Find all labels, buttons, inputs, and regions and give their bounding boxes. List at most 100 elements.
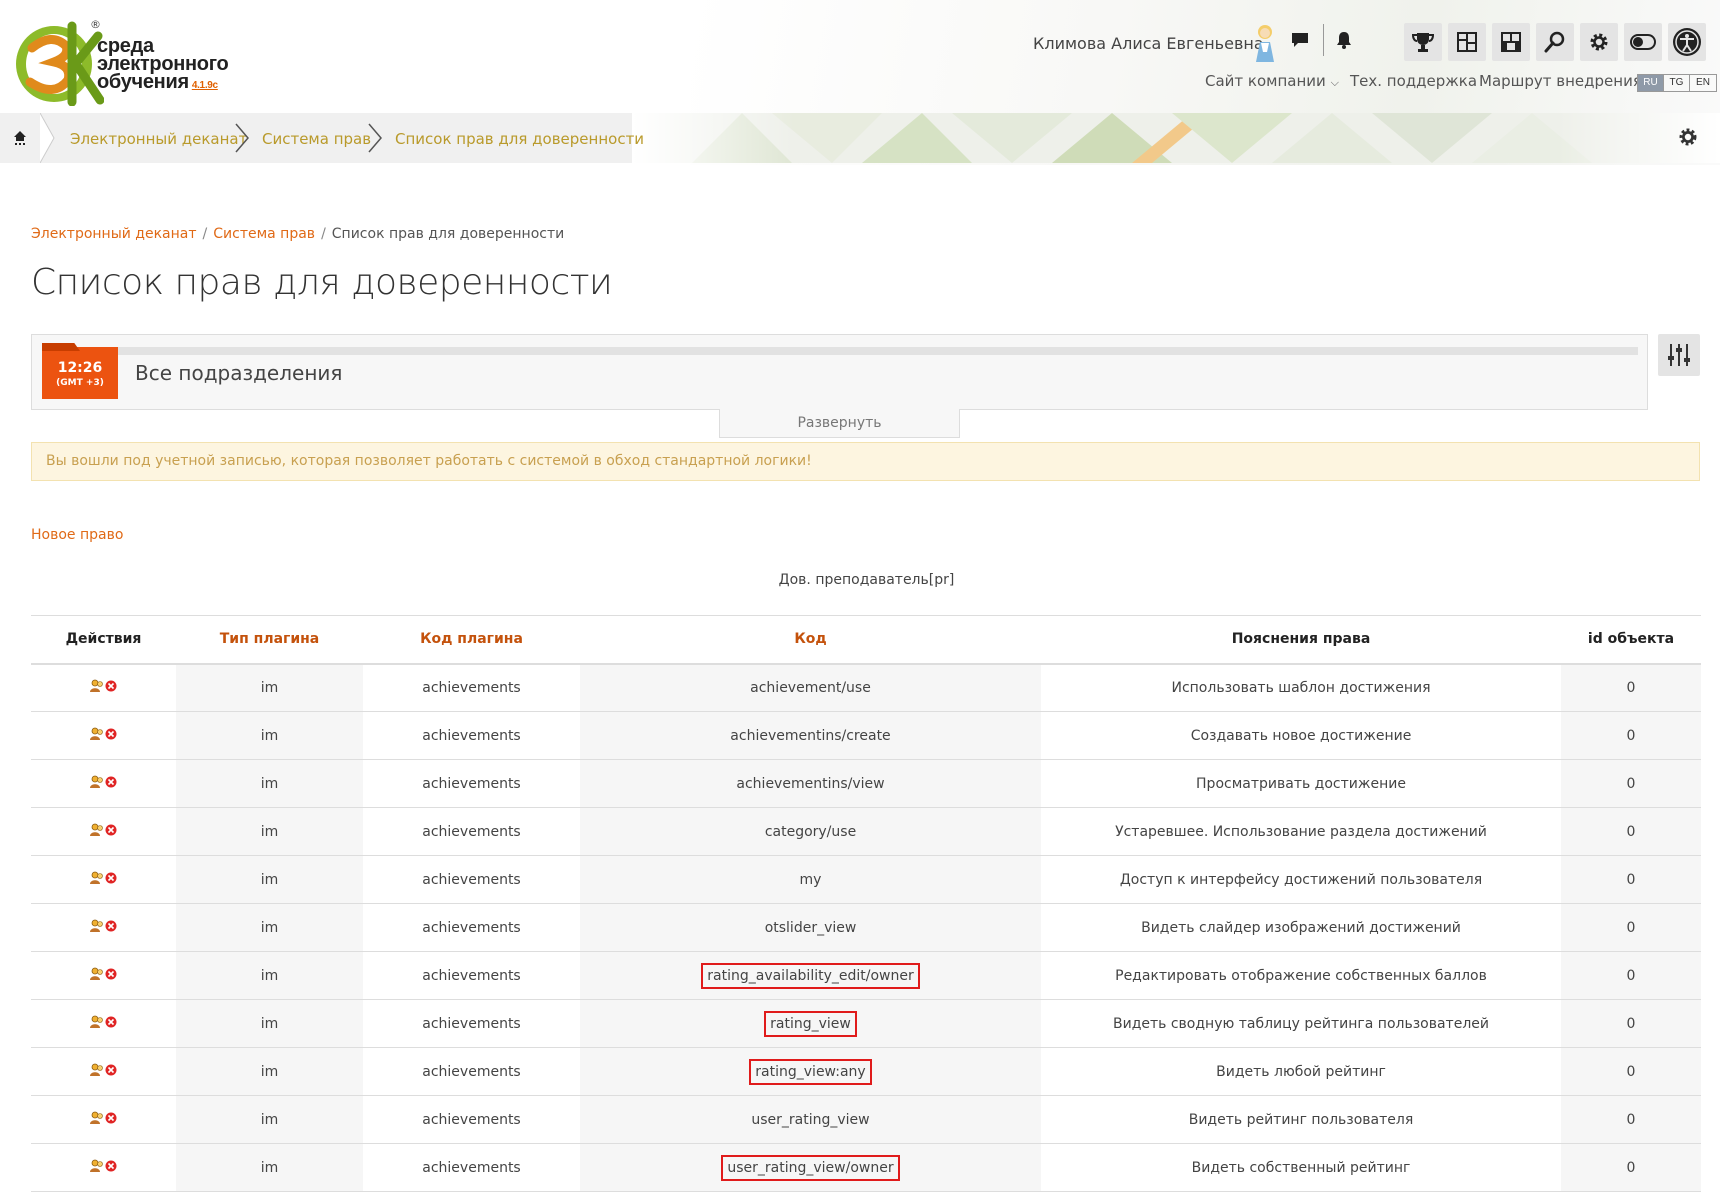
cell-description: Устаревшее. Использование раздела достиж…: [1041, 807, 1561, 856]
delete-icon[interactable]: [105, 728, 117, 740]
users-icon[interactable]: [90, 1063, 104, 1077]
cell-object-id: 0: [1561, 711, 1701, 760]
chevron-down-icon: ⌵: [1330, 76, 1339, 89]
achievements-button[interactable]: [1404, 23, 1442, 61]
table-row: im achievements rating_view:any Видеть любо…: [31, 1047, 1701, 1096]
new-right-link[interactable]: Новое право: [31, 527, 123, 543]
users-icon[interactable]: [90, 823, 104, 837]
cell-object-id: 0: [1561, 759, 1701, 808]
settings-button[interactable]: [1580, 23, 1618, 61]
table-row: im achievements achievement/use Использоват…: [31, 663, 1701, 712]
cell-plugin-code: achievements: [363, 903, 580, 952]
dashboard-grid-icon: [1457, 32, 1477, 52]
language-switcher: RU TG EN: [1637, 74, 1717, 92]
cell-code: my: [580, 855, 1041, 904]
cell-actions: [31, 663, 176, 712]
search-button[interactable]: [1536, 23, 1574, 61]
breadcrumb-link-dean-office[interactable]: Электронный деканат: [31, 226, 197, 242]
theme-toggle-button[interactable]: [1624, 23, 1662, 61]
accessibility-button[interactable]: [1668, 23, 1706, 61]
lang-en[interactable]: EN: [1690, 75, 1716, 91]
cell-actions: [31, 903, 176, 952]
cell-actions: [31, 759, 176, 808]
row-actions: [90, 823, 117, 837]
column-header-plugin-type[interactable]: Тип плагина: [176, 615, 363, 665]
registered-mark: ®: [90, 18, 101, 31]
users-icon[interactable]: [90, 919, 104, 933]
portfolio-button[interactable]: [1492, 23, 1530, 61]
user-name[interactable]: Климова Алиса Евгеньевна: [1033, 34, 1264, 53]
users-icon[interactable]: [90, 967, 104, 981]
lang-ru[interactable]: RU: [1638, 75, 1664, 91]
bell-icon[interactable]: [1332, 28, 1356, 52]
company-site-link[interactable]: Сайт компании ⌵: [1205, 72, 1339, 90]
nav-item-rights-list[interactable]: Список прав для доверенности: [395, 130, 644, 148]
chat-icon[interactable]: [1288, 28, 1312, 52]
highlighted-code: rating_view: [764, 1010, 857, 1037]
support-link[interactable]: Тех. поддержка: [1350, 72, 1477, 90]
nav-item-rights-system[interactable]: Система прав: [262, 130, 371, 148]
row-actions: [90, 1111, 117, 1125]
logo-line-3: обучения: [97, 71, 189, 93]
home-icon: [14, 131, 26, 145]
column-header-plugin-code[interactable]: Код плагина: [363, 615, 580, 665]
cell-object-id: 0: [1561, 951, 1701, 1000]
user-avatar-icon[interactable]: [1250, 22, 1280, 62]
cell-plugin-type: im: [176, 999, 363, 1048]
home-button[interactable]: [0, 113, 40, 163]
users-icon[interactable]: [90, 1015, 104, 1029]
gear-icon[interactable]: [1677, 126, 1699, 148]
lang-tg[interactable]: TG: [1664, 75, 1690, 91]
delete-icon[interactable]: [105, 824, 117, 836]
delete-icon[interactable]: [105, 1016, 117, 1028]
users-icon[interactable]: [90, 1111, 104, 1125]
cell-plugin-code: achievements: [363, 663, 580, 712]
code-text: achievementins/create: [730, 727, 891, 744]
code-text: my: [799, 871, 822, 888]
cell-actions: [31, 807, 176, 856]
breadcrumb: Электронный деканат / Система прав / Список …: [31, 226, 564, 242]
nav-item-dean-office[interactable]: Электронный деканат: [70, 130, 247, 148]
cell-plugin-type: im: [176, 951, 363, 1000]
decorative-pattern: [632, 113, 1720, 163]
dashboard-button[interactable]: [1448, 23, 1486, 61]
delete-icon[interactable]: [105, 1112, 117, 1124]
users-icon[interactable]: [90, 1159, 104, 1173]
cell-plugin-type: im: [176, 711, 363, 760]
cell-plugin-code: achievements: [363, 999, 580, 1048]
column-header-code[interactable]: Код: [580, 615, 1041, 665]
delete-icon[interactable]: [105, 680, 117, 692]
users-icon[interactable]: [90, 871, 104, 885]
breadcrumb-link-rights-system[interactable]: Система прав: [213, 226, 315, 242]
expand-button[interactable]: Развернуть: [719, 409, 960, 438]
warning-message: Вы вошли под учетной записью, которая по…: [31, 442, 1700, 481]
logo[interactable]: ® среда электронного обучения 4.1.9c: [14, 18, 254, 110]
cell-plugin-type: im: [176, 1047, 363, 1096]
logo-version[interactable]: 4.1.9c: [192, 80, 218, 91]
highlighted-code: rating_view:any: [749, 1058, 872, 1085]
cell-code: otslider_view: [580, 903, 1041, 952]
users-icon[interactable]: [90, 679, 104, 693]
cell-description: Видеть рейтинг пользователя: [1041, 1095, 1561, 1144]
delete-icon[interactable]: [105, 872, 117, 884]
trophy-icon: [1411, 33, 1435, 52]
filter-button[interactable]: [1658, 334, 1700, 376]
cell-description: Видеть любой рейтинг: [1041, 1047, 1561, 1096]
cell-object-id: 0: [1561, 855, 1701, 904]
delete-icon[interactable]: [105, 1064, 117, 1076]
code-text: otslider_view: [764, 919, 857, 936]
table-row: im achievements my Доступ к интерфейсу дост…: [31, 855, 1701, 904]
delete-icon[interactable]: [105, 1160, 117, 1172]
route-link[interactable]: Маршрут внедрения: [1479, 72, 1642, 90]
search-icon: [1544, 31, 1565, 53]
users-icon[interactable]: [90, 775, 104, 789]
delete-icon[interactable]: [105, 776, 117, 788]
toggle-icon: [1630, 34, 1656, 50]
highlighted-code: user_rating_view/owner: [721, 1154, 900, 1181]
cell-description: Создавать новое достижение: [1041, 711, 1561, 760]
cell-plugin-code: achievements: [363, 807, 580, 856]
delete-icon[interactable]: [105, 968, 117, 980]
delete-icon[interactable]: [105, 920, 117, 932]
users-icon[interactable]: [90, 727, 104, 741]
cell-description: Видеть слайдер изображений достижений: [1041, 903, 1561, 952]
